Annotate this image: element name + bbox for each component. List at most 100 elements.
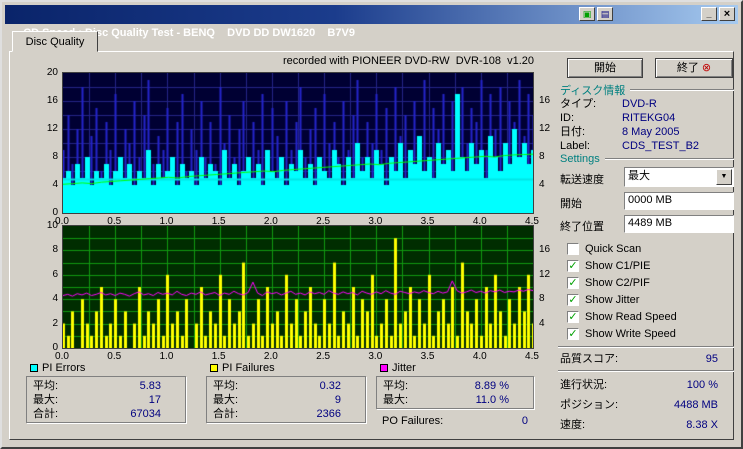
x-axis-tick: 2.0 [263, 216, 278, 227]
y2-axis-tick: 8 [539, 293, 545, 305]
pi-failures-total-row: 合計: 2366 [213, 407, 359, 421]
y-axis-tick: 2 [52, 317, 58, 329]
y2-axis-tick: 4 [539, 179, 545, 190]
y2-axis-tick: 12 [539, 268, 551, 280]
chevron-down-icon[interactable]: ▼ [716, 169, 732, 185]
x-axis-tick: 2.0 [263, 351, 278, 362]
progress-row: 進行状況: 100 % [560, 378, 726, 392]
x-axis-tick: 0.5 [107, 351, 122, 362]
divider [604, 158, 734, 160]
copy-button[interactable]: ▣ [579, 7, 595, 21]
start-position-label: 開始 [560, 198, 582, 210]
minimize-button[interactable]: _ [701, 7, 717, 21]
disc-info-label: Label: [560, 140, 590, 152]
divider [558, 370, 734, 372]
divider [558, 346, 734, 348]
checkbox-box[interactable]: ✓ [567, 276, 579, 289]
checkbox-box[interactable]: ✓ [567, 259, 579, 272]
checkbox-show-jitter[interactable]: ✓ Show Jitter [567, 291, 734, 308]
total-label: 合計: [213, 408, 239, 420]
y2-axis-tick: 16 [539, 244, 551, 256]
x-axis-tick: 1.5 [211, 351, 226, 362]
checkbox-box[interactable]: ✓ [567, 310, 579, 323]
pi-failures-total-value: 2366 [316, 408, 341, 420]
po-failures-label: PO Failures: [382, 415, 444, 427]
y-axis-tick: 12 [46, 123, 58, 134]
x-axis-tick: 2.5 [316, 351, 331, 362]
disc-info-header-label: ディスク情報 [560, 85, 626, 97]
checkbox-box[interactable]: ✓ [567, 293, 579, 306]
x-axis-tick: 4.5 [525, 351, 539, 362]
minimize-icon: _ [706, 9, 712, 19]
transfer-speed-label: 転送速度 [560, 174, 604, 186]
checkbox-label: Show C1/PIE [585, 259, 651, 272]
titlebar[interactable]: CD Speed : Disc Quality Test - BENQ DVD … [5, 5, 738, 39]
pi-failures-legend: PI Failures [210, 362, 275, 374]
pi-failures-max-row: 最大: 9 [213, 393, 359, 407]
close-button[interactable]: × [719, 7, 735, 21]
disc-info-row: Label: CDS_TEST_B2 [560, 139, 734, 153]
x-axis-tick: 2.5 [316, 216, 331, 227]
avg-label: 平均: [33, 380, 59, 392]
exit-button[interactable]: 終了 ⊗ [655, 58, 733, 78]
x-axis-tick: 3.0 [368, 216, 383, 227]
start-button[interactable]: 開始 [567, 58, 643, 78]
close-icon: × [723, 8, 731, 20]
position-value: 4488 MB [673, 399, 718, 411]
disc-info-label: タイプ: [560, 98, 597, 110]
checkbox-box[interactable] [567, 242, 579, 255]
end-position-label: 終了位置 [560, 221, 604, 233]
y2-axis-tick: 16 [539, 95, 551, 106]
x-axis-tick: 3.5 [420, 216, 435, 227]
disc-info-label: 日付: [560, 126, 586, 138]
jitter-legend-label: Jitter [392, 362, 416, 374]
position-row: ポジション: 4488 MB [560, 398, 726, 412]
disc-info-value: RITEKG04 [622, 112, 676, 124]
x-axis-tick: 4.0 [472, 216, 487, 227]
disc-info-label: ID: [560, 112, 575, 124]
end-position-field[interactable]: 4489 MB [624, 215, 734, 233]
disc-info-row: 日付: 8 May 2005 [560, 125, 734, 139]
quality-score-row: 品質スコア: 95 [560, 352, 726, 366]
jitter-swatch-icon [380, 364, 388, 372]
jitter-avg-value: 8.89 % [474, 380, 509, 392]
divider [630, 89, 734, 91]
x-axis-tick: 3.5 [420, 351, 435, 362]
y-axis-tick: 8 [52, 244, 58, 256]
app-window: CD Speed : Disc Quality Test - BENQ DVD … [0, 0, 743, 449]
pi-errors-legend: PI Errors [30, 362, 85, 374]
save-button[interactable]: ▤ [597, 7, 613, 21]
y2-axis-tick: 12 [539, 123, 551, 134]
titlebar-buttons: ▣ ▤ _ × [577, 7, 735, 21]
jitter-max-row: 最大: 11.0 % [383, 393, 527, 407]
max-label: 最大: [383, 394, 409, 406]
exit-icon: ⊗ [701, 62, 712, 74]
progress-label: 進行状況: [560, 379, 608, 391]
checkbox-show-c2-pif[interactable]: ✓ Show C2/PIF [567, 274, 734, 291]
transfer-speed-select[interactable]: 最大 ▼ [624, 167, 734, 187]
settings-header: Settings [560, 153, 734, 165]
checkbox-box[interactable]: ✓ [567, 327, 579, 340]
y-axis-tick: 8 [52, 151, 58, 162]
checkbox-show-read-speed[interactable]: ✓ Show Read Speed [567, 308, 734, 325]
po-failures-value: 0 [521, 415, 528, 427]
start-position-field[interactable]: 0000 MB [624, 192, 734, 210]
x-axis-tick: 3.0 [368, 351, 383, 362]
position-label: ポジション: [560, 399, 619, 411]
y-axis-tick: 20 [46, 67, 58, 78]
pi-errors-stats-box: 平均: 5.83 最大: 17 合計: 67034 [26, 376, 186, 423]
max-label: 最大: [33, 394, 59, 406]
checkbox-show-c1-pie[interactable]: ✓ Show C1/PIE [567, 257, 734, 274]
checkbox-quick-scan[interactable]: Quick Scan [567, 240, 734, 257]
x-axis-tick: 0.0 [55, 351, 69, 362]
pi-failures-swatch-icon [210, 364, 218, 372]
tab-disc-quality[interactable]: Disc Quality [12, 31, 98, 52]
copy-icon: ▣ [582, 9, 592, 19]
y-axis-tick: 4 [52, 293, 58, 305]
y-axis-tick: 10 [46, 220, 58, 231]
checkbox-label: Show Write Speed [585, 327, 676, 340]
tab-label: Disc Quality [25, 36, 85, 48]
disc-info-value: DVD-R [622, 98, 657, 110]
pi-errors-total-row: 合計: 67034 [33, 407, 179, 421]
checkbox-show-write-speed[interactable]: ✓ Show Write Speed [567, 325, 734, 342]
